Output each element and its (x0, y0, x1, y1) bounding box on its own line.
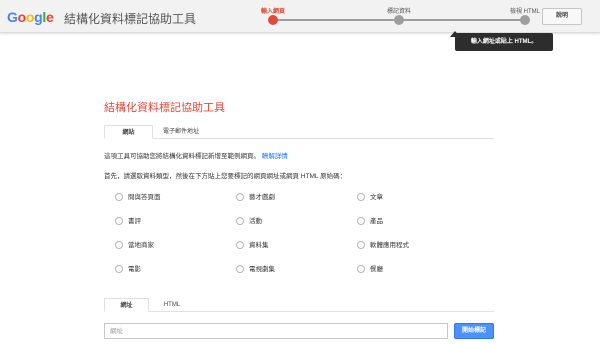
radio-button[interactable] (236, 193, 244, 201)
radio-button[interactable] (115, 193, 123, 201)
radio-button[interactable] (115, 241, 123, 249)
tab-url[interactable]: 網址 (104, 298, 149, 312)
help-button[interactable]: 說明 (542, 8, 582, 25)
app-header: Google 結構化資料標記協助工具 輸入網頁 標記資料 檢視 HTML 說明 (0, 0, 600, 33)
learn-more-link[interactable]: 瞭解詳情 (262, 153, 288, 160)
description: 這項工具可協助您將結構化資料標記新增至範例網頁。 瞭解詳情 (104, 153, 288, 160)
url-input[interactable] (104, 323, 448, 339)
step-label-tag-data: 標記資料 (386, 9, 412, 15)
hint-tooltip: 輸入網址或貼上 HTML。 (455, 33, 553, 51)
step-dot-tag-data (394, 15, 404, 25)
instruction-text: 首先，請選取資料類型，然後在下方貼上您要標記的網頁網址或網頁 HTML 原始碼： (104, 173, 347, 180)
step-label-enter-page: 輸入網頁 (260, 9, 286, 15)
tab-html[interactable]: HTML (152, 298, 192, 312)
radio-button[interactable] (357, 265, 365, 273)
source-tabs: 網站 電子郵件地址 (104, 125, 494, 139)
radio-button[interactable] (115, 265, 123, 273)
radio-button[interactable] (357, 193, 365, 201)
tab-email[interactable]: 電子郵件地址 (156, 125, 206, 139)
step-label-view-html: 檢視 HTML (509, 9, 541, 15)
start-tagging-button[interactable]: 開始標記 (454, 323, 494, 339)
radio-button[interactable] (236, 241, 244, 249)
radio-button[interactable] (357, 217, 365, 225)
app-title: 結構化資料標記協助工具 (64, 12, 197, 26)
google-logo[interactable]: Google (7, 9, 54, 25)
page-title: 結構化資料標記協助工具 (104, 102, 225, 114)
input-tabs: 網址 HTML (104, 298, 494, 312)
tab-website[interactable]: 網站 (104, 125, 153, 139)
step-dot-view-html (520, 15, 530, 25)
radio-button[interactable] (236, 265, 244, 273)
radio-button[interactable] (115, 217, 123, 225)
radio-button[interactable] (357, 241, 365, 249)
step-dot-enter-page (268, 15, 278, 25)
radio-button[interactable] (236, 217, 244, 225)
